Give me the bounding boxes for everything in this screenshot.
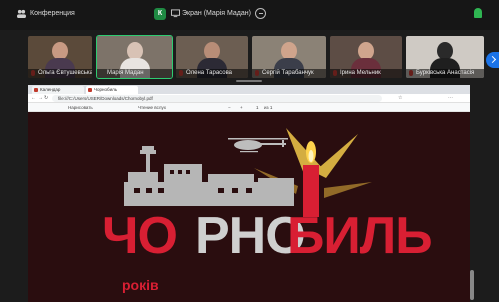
participant-tile[interactable]: Ірина Мельник — [330, 36, 402, 78]
tab-favicon-icon — [34, 88, 38, 92]
participant-name: Олена Тарасова — [176, 69, 248, 78]
participant-name: Ірина Мельник — [330, 69, 402, 78]
page-number-field[interactable]: 1 — [256, 105, 259, 110]
screen-share-icon — [171, 9, 180, 18]
sharer-badge: К — [154, 8, 166, 20]
draw-button[interactable]: Нарисовать — [68, 105, 93, 110]
browser-address-bar: ← → ↻ file:///C:/Users/USER/Downloads/Ch… — [28, 94, 470, 103]
shared-screen-scrollbar[interactable] — [470, 270, 474, 300]
poster-title: ЧО РНО БИЛЬ — [102, 206, 433, 276]
participant-tile[interactable]: Бурківська Анастасія — [406, 36, 484, 78]
participant-name: Бурківська Анастасія — [406, 69, 484, 78]
zoom-out-icon[interactable]: − — [228, 105, 231, 110]
back-icon[interactable]: ← — [31, 95, 36, 101]
participant-tile[interactable]: Ольга Євтушевська — [28, 36, 92, 78]
participant-tile[interactable]: Сергій Тарабанчук — [252, 36, 326, 78]
tab-title: Календар — [40, 87, 61, 92]
browser-tab[interactable]: Календар — [32, 86, 84, 94]
participant-name: Марія Мадан — [97, 69, 172, 78]
favorites-icon[interactable]: ☆ — [398, 95, 402, 101]
page-count: из 1 — [264, 105, 273, 110]
next-participants-button[interactable] — [486, 52, 499, 68]
pdf-page: ЧО РНО БИЛЬ років — [28, 112, 470, 302]
browser-tab-active[interactable]: Чорнобиль — [86, 86, 138, 94]
years-label: років — [122, 277, 159, 293]
tab-favicon-icon — [88, 88, 92, 92]
helicopter-icon — [228, 138, 288, 153]
pdf-toolbar: Нарисовать Чтение вслух − + 1 из 1 — [28, 103, 470, 112]
menu-icon[interactable]: ⋯ — [448, 95, 453, 101]
participant-strip: Ольга Євтушевська Марія Мадан Олена Тара… — [0, 30, 499, 79]
reload-icon[interactable]: ↻ — [44, 95, 48, 101]
browser-tab-bar: Календар Чорнобиль — [28, 85, 470, 94]
zoom-in-icon[interactable]: + — [240, 105, 243, 110]
people-icon — [17, 9, 26, 18]
tab-title: Чорнобиль — [94, 87, 118, 92]
conference-window: Конференция К Экран (Марія Мадан) Ольга … — [0, 0, 499, 302]
poster-title-part: БИЛЬ — [287, 207, 433, 265]
resize-handle[interactable] — [236, 80, 262, 82]
shared-screen: Календар Чорнобиль ← → ↻ file:///C:/User… — [28, 85, 470, 302]
url-input[interactable]: file:///C:/Users/USER/Downloads/Chornoby… — [52, 95, 382, 102]
top-bar: Конференция К Экран (Марія Мадан) — [0, 0, 499, 30]
connection-status-icon — [474, 8, 482, 18]
screen-share-label[interactable]: Экран (Марія Мадан) — [182, 10, 251, 17]
forward-icon[interactable]: → — [38, 95, 43, 101]
poster-title-part: ЧО — [102, 207, 178, 265]
app-title: Конференция — [30, 10, 75, 17]
read-aloud-button[interactable]: Чтение вслух — [138, 105, 166, 110]
participant-tile-active[interactable]: Марія Мадан — [96, 35, 173, 79]
participant-name: Ольга Євтушевська — [28, 69, 92, 78]
stop-sharing-icon[interactable] — [255, 8, 266, 19]
participant-name: Сергій Тарабанчук — [252, 69, 326, 78]
participant-tile[interactable]: Олена Тарасова — [176, 36, 248, 78]
